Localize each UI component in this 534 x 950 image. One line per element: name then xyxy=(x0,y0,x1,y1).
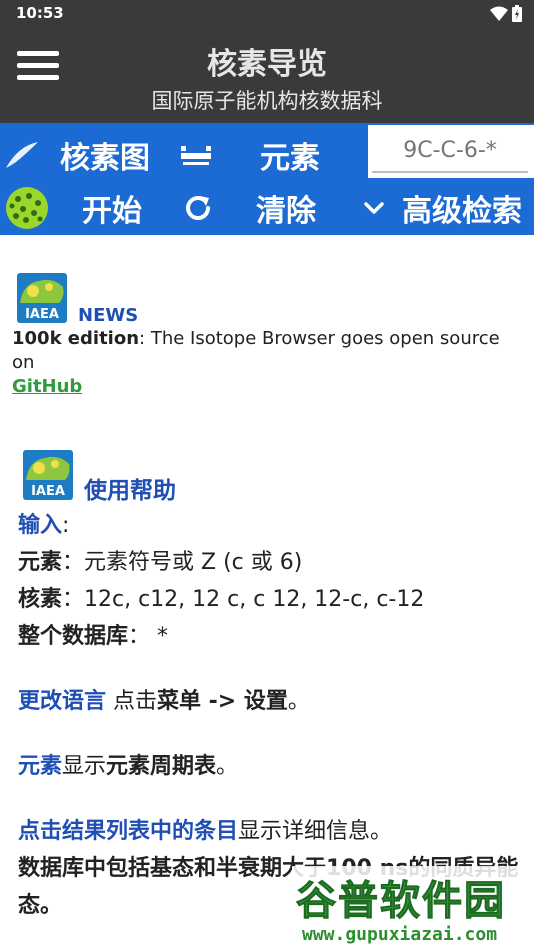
iaea-logo-icon: IAEA xyxy=(23,450,73,500)
news-text: 100k edition: The Isotope Browser goes o… xyxy=(12,327,522,399)
battery-icon xyxy=(512,5,522,22)
refresh-icon xyxy=(186,196,210,220)
news-logo-text: IAEA xyxy=(25,307,59,322)
status-time: 10:53 xyxy=(16,4,64,22)
help-title: 使用帮助 xyxy=(84,478,176,504)
github-link[interactable]: GitHub xyxy=(12,376,82,397)
iaea-logo-icon: IAEA xyxy=(17,273,67,323)
atom-cluster-icon xyxy=(6,187,48,229)
elements-label: 元素 xyxy=(260,141,320,176)
help-database-line: 整个数据库： * xyxy=(18,624,169,649)
help-language-line: 更改语言 点击菜单 -> 设置。 xyxy=(18,689,310,714)
nuclide-chart-label: 核素图 xyxy=(60,141,150,176)
result-entry-link[interactable]: 点击结果列表中的条目 xyxy=(18,819,238,844)
start-label: 开始 xyxy=(82,194,142,229)
help-logo-text: IAEA xyxy=(31,484,65,499)
nuclide-chart-icon xyxy=(6,142,38,168)
toolbar-row-1: 核素图 元素 xyxy=(0,123,534,180)
chevron-down-icon xyxy=(364,202,384,214)
watermark-url: www.gupuxiazai.com xyxy=(302,924,498,945)
app-bar: 核素导览 国际原子能机构核数据科 xyxy=(0,27,534,123)
help-element-line: 元素：元素符号或 Z (c 或 6) xyxy=(18,550,303,575)
help-input-line: 输入: xyxy=(18,513,70,538)
clear-label: 清除 xyxy=(256,194,316,229)
news-label: NEWS xyxy=(78,305,139,326)
news-bold-text: 100k edition xyxy=(12,328,140,349)
app-title: 核素导览 xyxy=(207,47,327,82)
advanced-search-label: 高级检索 xyxy=(402,194,522,229)
periodic-table-icon xyxy=(181,146,211,165)
elements-button[interactable]: 元素 xyxy=(180,133,320,177)
watermark: 谷普软件园 www.gupuxiazai.com xyxy=(292,866,534,950)
status-bar: 10:53 xyxy=(0,0,534,27)
nuclide-chart-button[interactable]: 核素图 xyxy=(4,133,150,177)
wifi-icon xyxy=(490,6,508,21)
app-subtitle: 国际原子能机构核数据科 xyxy=(151,89,383,113)
help-text: 输入: 元素：元素符号或 Z (c 或 6) 核素：12c, c12, 12 c… xyxy=(18,507,528,924)
advanced-search-button[interactable]: 高级检索 xyxy=(362,186,522,230)
search-input[interactable] xyxy=(372,129,528,173)
help-click-line: 点击结果列表中的条目显示详细信息。 xyxy=(18,819,393,844)
main-content: IAEA NEWS 100k edition: The Isotope Brow… xyxy=(0,235,534,950)
start-button[interactable]: 开始 xyxy=(4,185,142,231)
elements-link[interactable]: 元素 xyxy=(18,754,62,779)
change-language-link[interactable]: 更改语言 xyxy=(18,689,106,714)
status-icons xyxy=(490,5,522,22)
help-elements-line: 元素显示元素周期表。 xyxy=(18,754,239,779)
clear-button[interactable]: 清除 xyxy=(182,186,316,230)
search-box xyxy=(368,125,534,178)
toolbar-row-2: 开始 清除 高级检索 xyxy=(0,180,534,235)
help-nuclide-line: 核素：12c, c12, 12 c, c 12, 12-c, c-12 xyxy=(18,587,425,612)
input-label: 输入 xyxy=(18,513,63,538)
watermark-logo-text: 谷普软件园 xyxy=(296,878,506,925)
